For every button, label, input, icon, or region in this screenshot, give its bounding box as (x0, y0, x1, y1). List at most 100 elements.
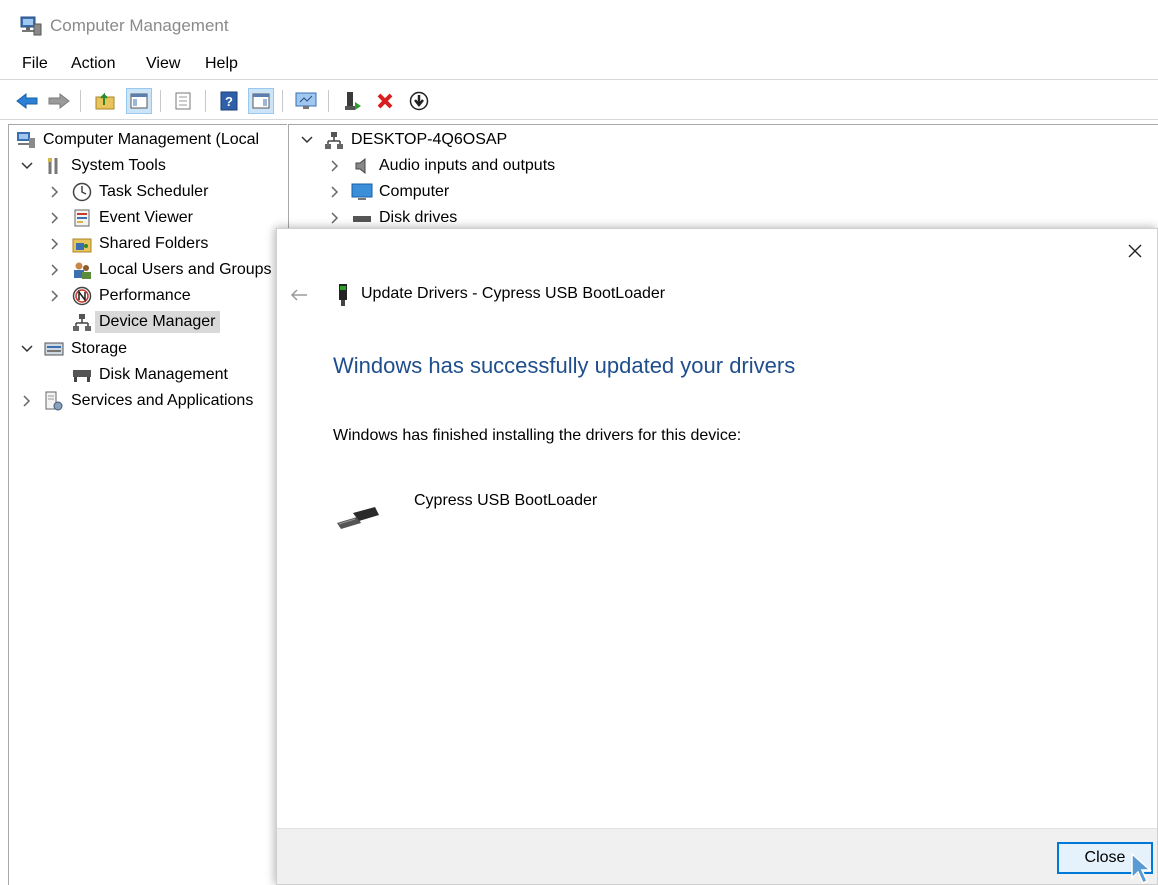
tree-label: Services and Applications (71, 392, 254, 409)
services-icon (43, 390, 65, 412)
tree-item-system-tools[interactable]: System Tools (19, 153, 166, 179)
chevron-down-icon[interactable] (19, 158, 35, 174)
tree-item-root[interactable]: Computer Management (Local (15, 127, 259, 153)
chevron-right-icon[interactable] (47, 236, 63, 252)
tree-label: Storage (71, 340, 128, 357)
back-arrow-icon (290, 289, 307, 301)
chevron-right-icon[interactable] (19, 393, 35, 409)
tree-label: Event Viewer (99, 209, 193, 226)
tree-item-services[interactable]: Services and Applications (19, 388, 253, 414)
enable-device-icon (345, 92, 361, 110)
computer-management-icon (20, 16, 42, 36)
menu-action[interactable]: Action (71, 55, 115, 73)
tree-item-device-manager[interactable]: Device Manager (47, 309, 220, 335)
back-button[interactable] (14, 88, 40, 114)
update-drivers-dialog: Update Drivers - Cypress USB BootLoader … (276, 228, 1158, 885)
dialog-title: Update Drivers - Cypress USB BootLoader (361, 285, 666, 302)
uninstall-icon (377, 93, 393, 109)
event-viewer-icon (71, 207, 93, 229)
device-category-computer[interactable]: Computer (327, 179, 449, 205)
toolbar: ? (0, 82, 1158, 120)
usb-connector-icon (337, 507, 379, 529)
chevron-right-icon[interactable] (47, 262, 63, 278)
help-icon: ? (220, 91, 238, 111)
dialog-heading: Windows has successfully updated your dr… (333, 353, 796, 378)
update-driver-icon (409, 91, 429, 111)
device-label: Computer (379, 183, 450, 200)
computer-management-icon (15, 129, 37, 151)
uninstall-button[interactable] (372, 88, 398, 114)
properties-icon (175, 92, 191, 110)
toolbar-separator (80, 90, 81, 112)
chevron-right-icon[interactable] (327, 158, 343, 174)
toolbar-separator (205, 90, 206, 112)
tree-item-performance[interactable]: Performance (47, 283, 191, 309)
menu-help[interactable]: Help (205, 55, 238, 73)
chevron-right-icon[interactable] (327, 210, 343, 226)
chevron-right-icon[interactable] (327, 184, 343, 200)
device-root[interactable]: DESKTOP-4Q6OSAP (299, 127, 507, 153)
svg-text:?: ? (225, 94, 233, 109)
device-category-audio[interactable]: Audio inputs and outputs (327, 153, 555, 179)
usb-device-icon (339, 284, 347, 306)
toolbar-separator (328, 90, 329, 112)
device-label: DESKTOP-4Q6OSAP (351, 131, 508, 148)
show-hide-tree-button[interactable] (126, 88, 152, 114)
properties-button[interactable] (170, 88, 196, 114)
help-button[interactable]: ? (216, 88, 242, 114)
tree-label: Disk Management (99, 366, 228, 383)
mouse-cursor-icon (1131, 852, 1152, 885)
chevron-down-icon[interactable] (299, 132, 315, 148)
monitor-button[interactable] (293, 88, 319, 114)
tree-item-event-viewer[interactable]: Event Viewer (47, 205, 193, 231)
up-folder-button[interactable] (92, 88, 118, 114)
toolbar-separator (160, 90, 161, 112)
chevron-right-icon[interactable] (47, 288, 63, 304)
toolbar-separator (282, 90, 283, 112)
dialog-back-button[interactable] (289, 285, 309, 305)
menu-file[interactable]: File (22, 55, 48, 73)
menu-bar: File Action View Help (0, 52, 1158, 80)
tree-item-disk-management[interactable]: Disk Management (47, 362, 228, 388)
monitor-icon (351, 181, 373, 203)
up-folder-icon (95, 92, 115, 110)
forward-icon (48, 92, 70, 110)
enable-device-button[interactable] (340, 88, 366, 114)
clock-icon (71, 181, 93, 203)
update-driver-button[interactable] (406, 88, 432, 114)
device-manager-icon (71, 311, 93, 333)
tree-label: Local Users and Groups (99, 261, 272, 278)
device-label: Disk drives (379, 209, 458, 226)
chevron-right-icon[interactable] (47, 210, 63, 226)
back-icon (16, 92, 38, 110)
monitor-icon (295, 92, 317, 109)
tools-icon (43, 155, 65, 177)
storage-icon (43, 338, 65, 360)
disk-drive-icon (351, 207, 373, 229)
speaker-icon (351, 155, 373, 177)
show-hide-tree-icon (130, 93, 148, 109)
dialog-close-button[interactable] (1123, 239, 1147, 263)
tree-item-local-users[interactable]: Local Users and Groups (47, 257, 272, 283)
tree-label: Task Scheduler (99, 183, 209, 200)
users-icon (71, 259, 93, 281)
chevron-down-icon[interactable] (19, 341, 35, 357)
disk-icon (71, 364, 93, 386)
device-label: Audio inputs and outputs (379, 157, 556, 174)
chevron-right-icon[interactable] (47, 184, 63, 200)
menu-view[interactable]: View (146, 55, 180, 73)
computer-tree-icon (323, 129, 345, 151)
tree-item-storage[interactable]: Storage (19, 336, 127, 362)
navigation-tree: Computer Management (Local System Tools … (8, 124, 287, 885)
tree-item-task-scheduler[interactable]: Task Scheduler (47, 179, 208, 205)
tree-label: Shared Folders (99, 235, 209, 252)
action-pane-button[interactable] (248, 88, 274, 114)
forward-button[interactable] (46, 88, 72, 114)
window-title: Computer Management (50, 16, 229, 35)
tree-label: Performance (99, 287, 191, 304)
tree-item-shared-folders[interactable]: Shared Folders (47, 231, 208, 257)
tree-label: Device Manager (95, 311, 220, 333)
tree-label: Computer Management (Local (43, 131, 260, 148)
action-pane-icon (252, 93, 270, 109)
performance-icon (71, 285, 93, 307)
